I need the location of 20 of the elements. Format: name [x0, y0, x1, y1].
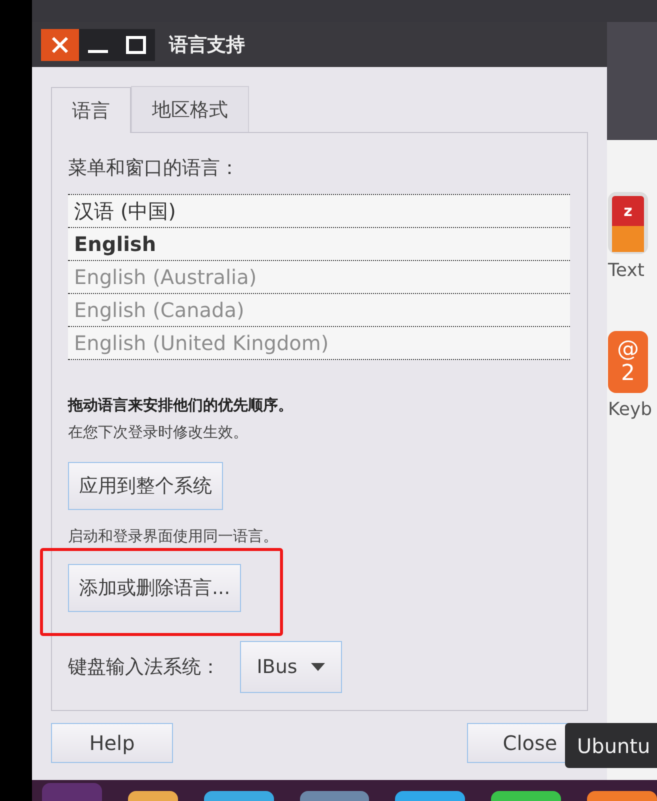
help-button[interactable]: Help	[51, 723, 173, 763]
close-icon[interactable]	[41, 28, 79, 60]
keyboard-label: 键盘输入法系统：	[68, 655, 220, 680]
app-icon[interactable]: z	[608, 192, 648, 254]
tooltip: Ubuntu	[565, 723, 657, 768]
app-label: Keyb	[608, 399, 652, 420]
section-label: 菜单和窗口的语言：	[68, 156, 240, 181]
app-label: Text	[608, 260, 644, 281]
note-text: 启动和登录界面使用同一语言。	[68, 527, 278, 546]
tab[interactable]: 语言	[51, 87, 131, 133]
language-item[interactable]: English	[68, 228, 570, 261]
keyboard-dropdown[interactable]: IBus	[240, 641, 342, 693]
caret-icon	[311, 663, 326, 671]
add-remove-button[interactable]: 添加或删除语言...	[68, 564, 242, 612]
language-item[interactable]: 汉语 (中国)	[68, 195, 570, 228]
tab[interactable]: 地区格式	[131, 86, 249, 132]
apply-button[interactable]: 应用到整个系统	[68, 462, 223, 510]
note-text: 在您下次登录时修改生效。	[68, 423, 249, 442]
hint-text: 拖动语言来安排他们的优先顺序。	[68, 396, 294, 415]
window-title: 语言支持	[169, 32, 245, 58]
